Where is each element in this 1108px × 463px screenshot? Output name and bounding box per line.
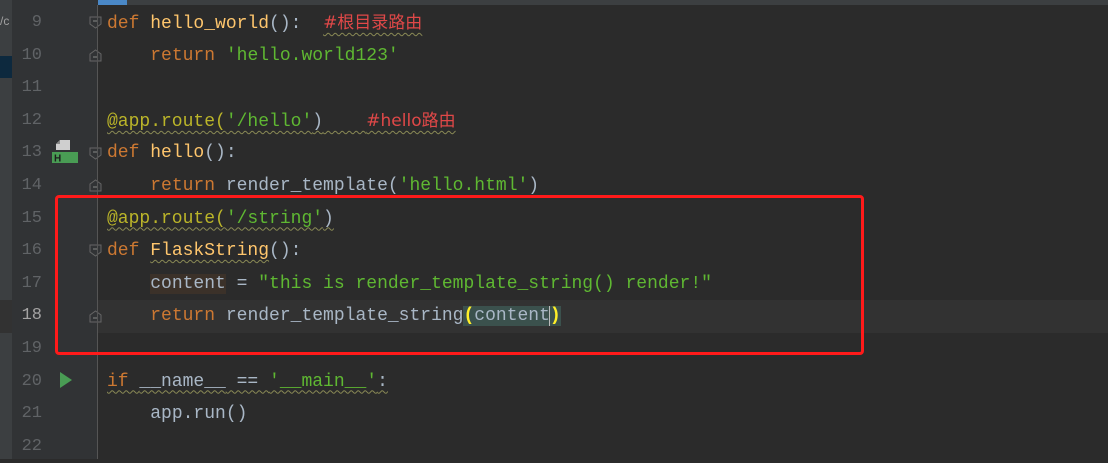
code-token: 'hello.world123' bbox=[225, 45, 399, 66]
code-token: (): bbox=[204, 143, 237, 164]
code-line[interactable]: 11 bbox=[0, 72, 1108, 105]
line-number: 13 bbox=[21, 143, 42, 163]
code-token: == bbox=[225, 371, 270, 392]
code-text: if __name__ == '__main__': bbox=[107, 366, 388, 399]
fold-end-icon[interactable] bbox=[89, 179, 102, 192]
code-line[interactable]: 12 @app.route('/hello') #hello路由 bbox=[0, 105, 1108, 138]
line-number: 12 bbox=[21, 110, 42, 130]
code-text: def hello(): bbox=[107, 137, 237, 170]
code-token: app.run() bbox=[150, 404, 248, 425]
code-token: def bbox=[107, 143, 151, 164]
highlight-annotation-box bbox=[55, 195, 864, 355]
line-number: 14 bbox=[21, 176, 42, 195]
fold-collapse-icon[interactable] bbox=[89, 147, 102, 160]
code-token: hello bbox=[150, 143, 205, 164]
code-token: return bbox=[150, 45, 226, 66]
line-number: 22 bbox=[21, 436, 42, 456]
code-token: '/hello' bbox=[225, 111, 313, 132]
code-line[interactable]: 13 def hello(): bbox=[0, 137, 1108, 170]
line-number: 20 bbox=[21, 371, 42, 391]
html-template-icon[interactable]: H bbox=[52, 140, 78, 166]
code-token: #hello路由 bbox=[366, 110, 456, 131]
code-token: #根目录路由 bbox=[323, 13, 423, 33]
code-text: @app.route('/hello') #hello路由 bbox=[107, 105, 456, 139]
code-line[interactable]: 10 return 'hello.world123' bbox=[0, 40, 1108, 73]
code-text: def hello_world(): #根目录路由 bbox=[107, 7, 422, 41]
code-text: return 'hello.world123' bbox=[107, 40, 399, 73]
code-token: 'hello.html' bbox=[398, 176, 529, 196]
code-token: : bbox=[377, 371, 388, 392]
code-token: if bbox=[107, 371, 140, 392]
line-number: 17 bbox=[21, 273, 42, 293]
line-number: 19 bbox=[21, 339, 42, 358]
line-number: 9 bbox=[31, 13, 42, 32]
code-token: hello_world bbox=[150, 14, 270, 34]
run-icon[interactable] bbox=[60, 372, 72, 388]
editor-tab-strip bbox=[0, 0, 1108, 5]
line-number: 11 bbox=[21, 78, 42, 98]
line-number: 10 bbox=[21, 45, 42, 65]
line-number: 18 bbox=[21, 306, 42, 326]
code-token: ) bbox=[528, 176, 540, 196]
fold-end-icon[interactable] bbox=[89, 49, 102, 62]
code-token: render_template( bbox=[225, 176, 399, 196]
code-token: __name__ bbox=[139, 371, 226, 392]
code-token: (): bbox=[269, 14, 324, 34]
code-token: ) bbox=[312, 111, 324, 132]
code-line[interactable]: 22 bbox=[0, 431, 1108, 463]
svg-text:H: H bbox=[54, 154, 61, 165]
code-line[interactable]: 20 if __name__ == '__main__': bbox=[0, 366, 1108, 399]
code-token: '__main__' bbox=[269, 371, 378, 392]
code-token: @app.route( bbox=[107, 111, 226, 132]
line-number: 21 bbox=[21, 404, 42, 424]
code-line[interactable]: 9 def hello_world(): #根目录路由 bbox=[0, 7, 1108, 40]
code-token: return bbox=[150, 176, 226, 196]
code-text: app.run() bbox=[107, 398, 247, 431]
line-number: 16 bbox=[21, 241, 42, 261]
code-token: def bbox=[107, 14, 151, 34]
code-line[interactable]: 21 app.run() bbox=[0, 398, 1108, 431]
fold-collapse-icon[interactable] bbox=[89, 16, 102, 29]
line-number: 15 bbox=[21, 208, 42, 228]
